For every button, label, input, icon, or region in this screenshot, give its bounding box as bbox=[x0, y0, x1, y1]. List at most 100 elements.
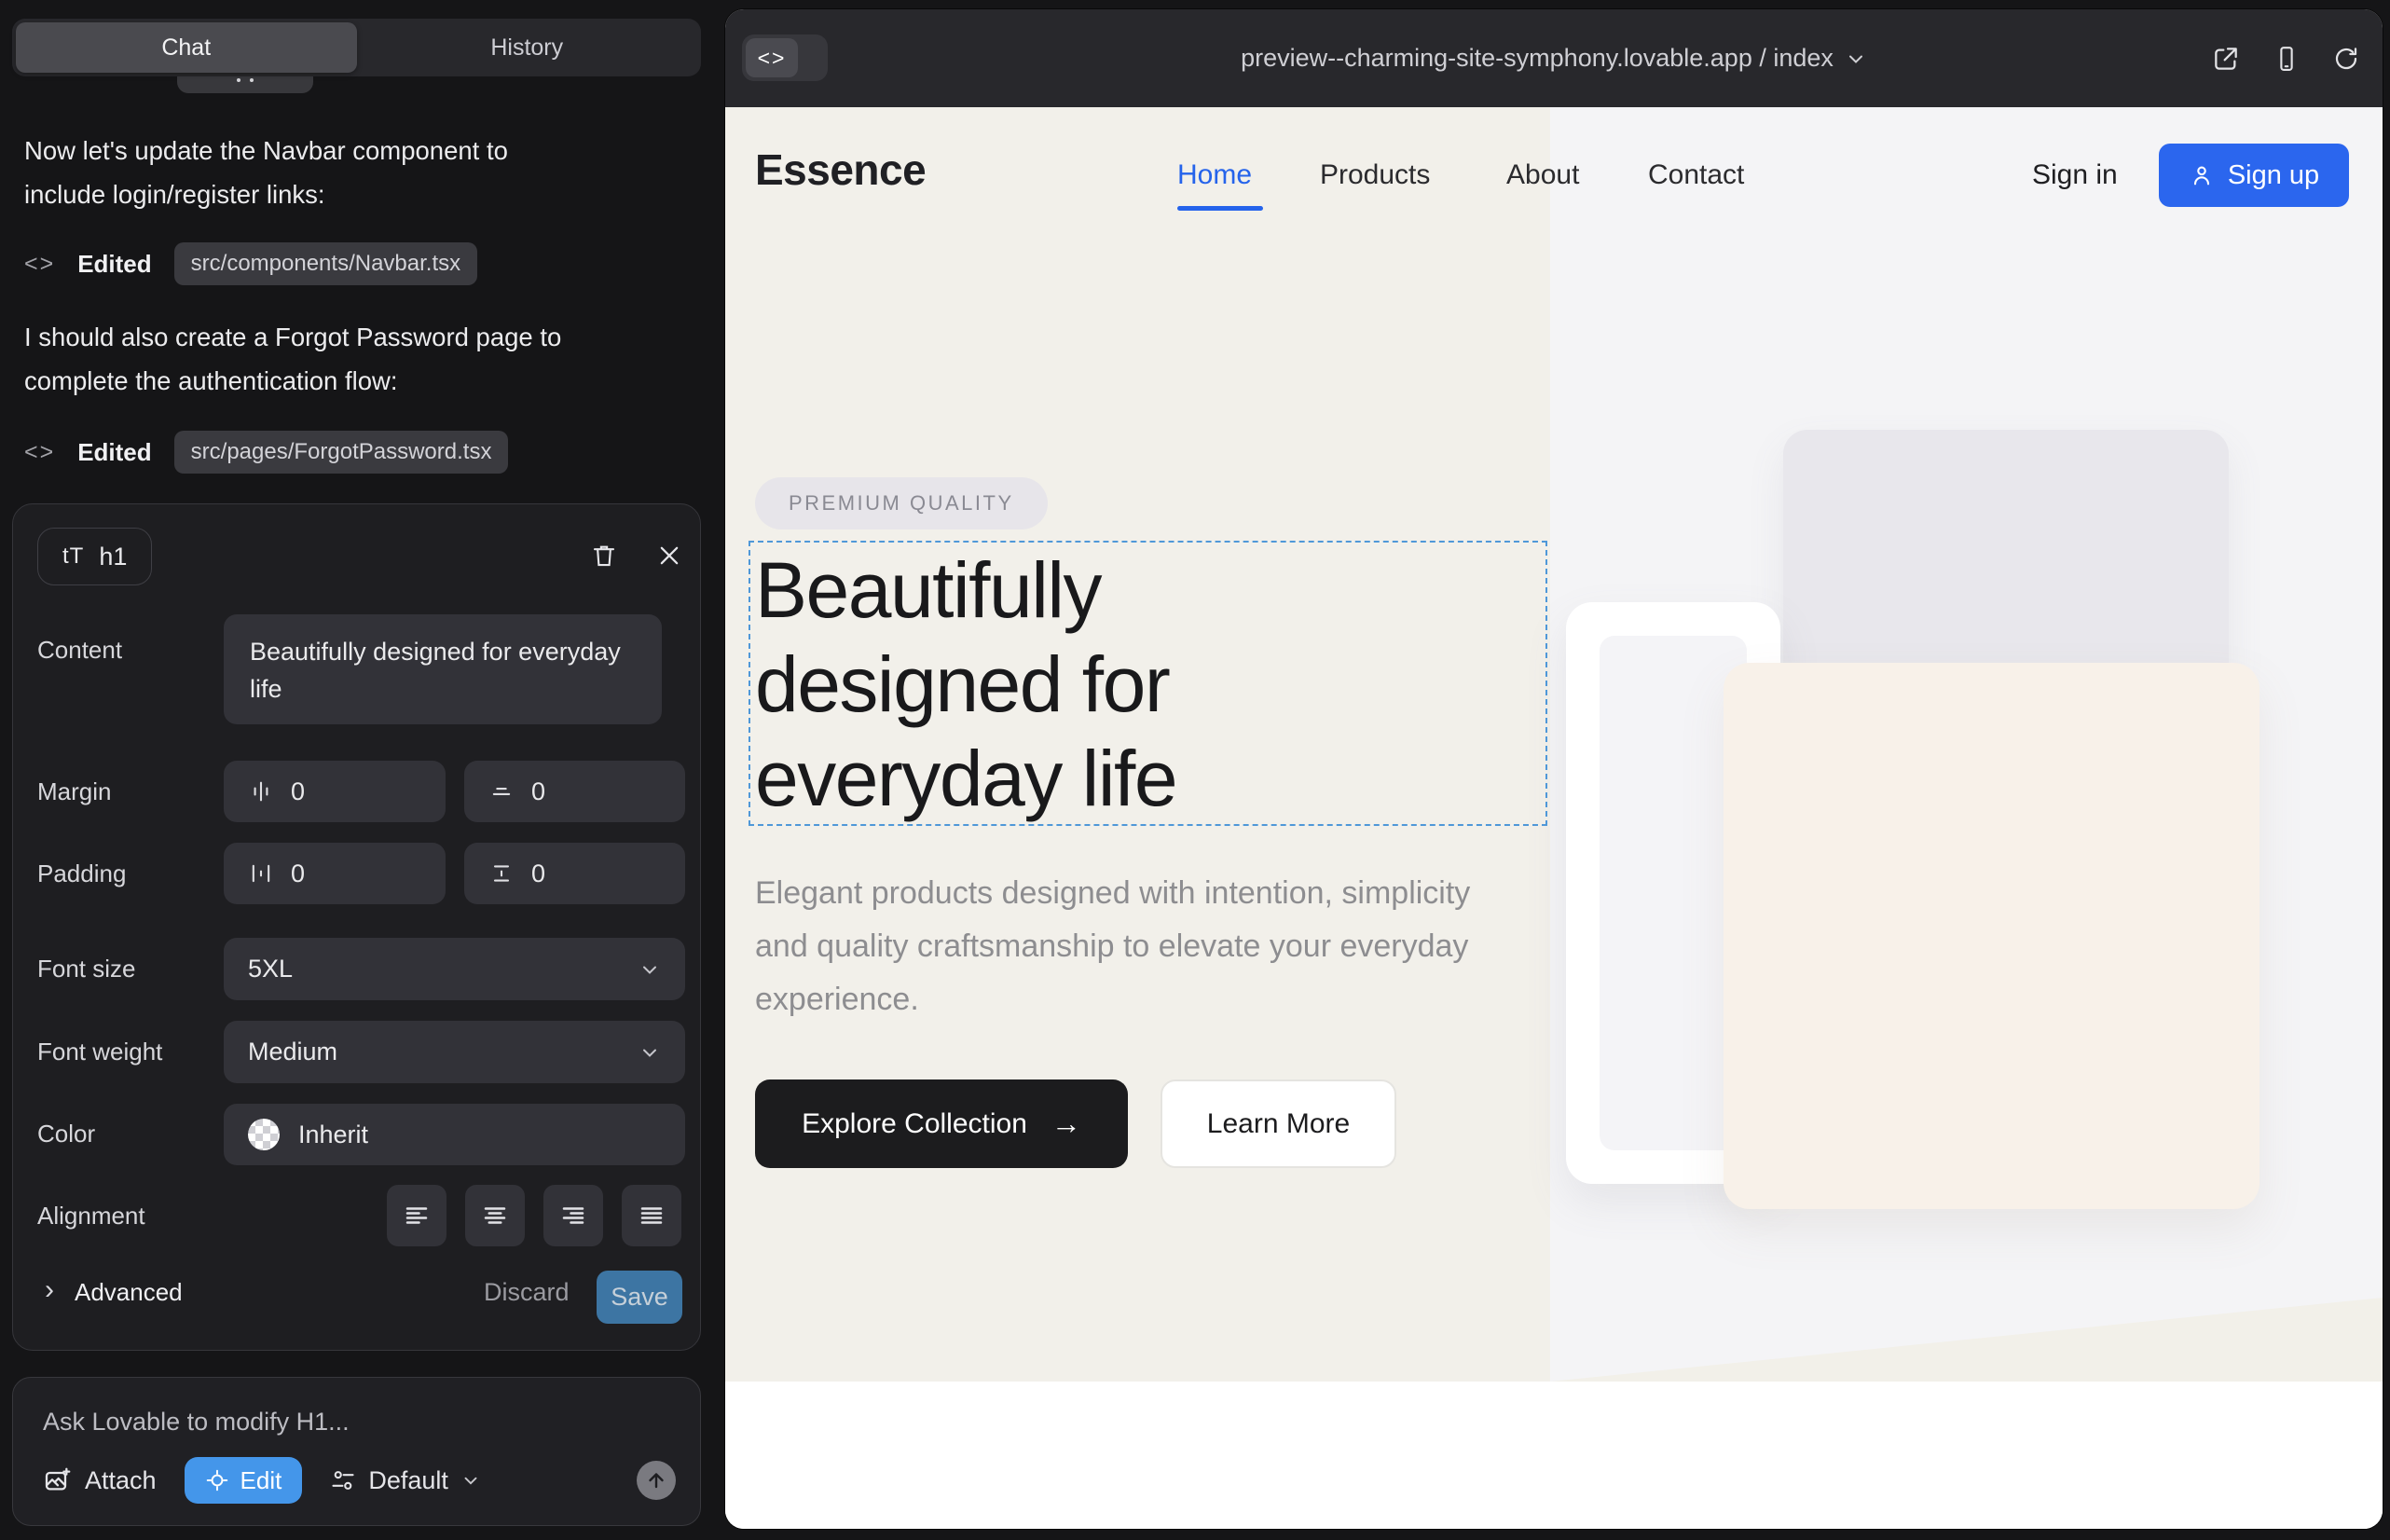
address-bar[interactable]: preview--charming-site-symphony.lovable.… bbox=[725, 9, 2383, 107]
hero-paragraph: Elegant products designed with intention… bbox=[755, 867, 1501, 1026]
typography-icon: tT bbox=[62, 543, 84, 570]
element-editor-panel: tT h1 Content Beautifully designed for e… bbox=[12, 503, 701, 1351]
font-weight-label: Font weight bbox=[37, 1038, 162, 1066]
padding-y-input[interactable]: 0 bbox=[464, 843, 685, 904]
align-center-icon bbox=[481, 1202, 509, 1230]
content-input[interactable]: Beautifully designed for everyday life bbox=[224, 614, 662, 724]
margin-horizontal-icon bbox=[248, 778, 274, 804]
color-label: Color bbox=[37, 1120, 95, 1148]
color-select[interactable]: Inherit bbox=[224, 1104, 685, 1165]
arrow-right-icon: → bbox=[1051, 1107, 1081, 1141]
padding-x-input[interactable]: 0 bbox=[224, 843, 446, 904]
refresh-icon[interactable] bbox=[2332, 45, 2360, 73]
target-icon bbox=[205, 1468, 229, 1492]
font-size-select[interactable]: 5XL bbox=[224, 938, 685, 1000]
edit-mode-button[interactable]: Edit bbox=[185, 1457, 303, 1504]
quality-badge: PREMIUM QUALITY bbox=[755, 477, 1048, 529]
nav-active-underline bbox=[1177, 206, 1263, 211]
prompt-input[interactable]: Ask Lovable to modify H1... bbox=[43, 1408, 350, 1437]
align-right-icon bbox=[559, 1202, 587, 1230]
chat-message: I should also create a Forgot Password p… bbox=[24, 315, 584, 403]
alignment-group bbox=[387, 1185, 681, 1246]
sign-in-link[interactable]: Sign in bbox=[2032, 159, 2118, 191]
discard-button[interactable]: Discard bbox=[484, 1278, 570, 1307]
chevron-down-icon bbox=[639, 958, 661, 981]
preview-actions bbox=[2211, 9, 2360, 107]
chevron-down-icon bbox=[1845, 48, 1867, 70]
close-panel-button[interactable] bbox=[649, 535, 690, 576]
nav-home[interactable]: Home bbox=[1177, 159, 1252, 191]
send-button[interactable] bbox=[637, 1461, 676, 1500]
chevron-right-icon: › bbox=[45, 1274, 54, 1306]
sign-up-button[interactable]: Sign up bbox=[2159, 144, 2349, 207]
advanced-toggle[interactable]: › Advanced bbox=[45, 1276, 183, 1308]
next-section bbox=[725, 1382, 2383, 1529]
decor-card-gray bbox=[1783, 430, 2229, 694]
mobile-view-icon[interactable] bbox=[2273, 45, 2301, 73]
code-icon: <> bbox=[24, 439, 55, 466]
align-justify-icon bbox=[638, 1202, 666, 1230]
chevron-down-icon bbox=[639, 1041, 661, 1064]
trash-icon bbox=[590, 542, 618, 570]
edited-file-row[interactable]: <> Edited src/components/Navbar.tsx bbox=[24, 241, 477, 286]
margin-x-input[interactable]: 0 bbox=[224, 761, 446, 822]
selected-element-chip[interactable]: tT h1 bbox=[37, 528, 152, 585]
delete-element-button[interactable] bbox=[584, 535, 625, 576]
chevron-down-icon bbox=[460, 1470, 481, 1491]
app-window: Chat History Now let's update the Navbar… bbox=[0, 0, 2390, 1540]
user-icon bbox=[2189, 162, 2215, 188]
model-selector[interactable]: Default bbox=[330, 1466, 481, 1495]
font-size-label: Font size bbox=[37, 955, 136, 983]
attach-button[interactable]: Attach bbox=[43, 1465, 157, 1495]
arrow-up-icon bbox=[645, 1469, 667, 1492]
code-icon: <> bbox=[746, 38, 798, 77]
save-button[interactable]: Save bbox=[597, 1271, 682, 1324]
margin-y-input[interactable]: 0 bbox=[464, 761, 685, 822]
chat-history-tabs: Chat History bbox=[12, 19, 701, 76]
font-weight-select[interactable]: Medium bbox=[224, 1021, 685, 1083]
padding-horizontal-icon bbox=[248, 860, 274, 887]
sliders-icon bbox=[330, 1467, 356, 1493]
padding-label: Padding bbox=[37, 859, 126, 888]
transparent-color-swatch bbox=[248, 1119, 280, 1150]
file-chip[interactable]: src/components/Navbar.tsx bbox=[174, 242, 477, 285]
preview-toolbar: preview--charming-site-symphony.lovable.… bbox=[725, 9, 2383, 107]
close-icon bbox=[656, 543, 682, 569]
margin-label: Margin bbox=[37, 777, 111, 806]
edited-file-row[interactable]: <> Edited src/pages/ForgotPassword.tsx bbox=[24, 430, 508, 474]
nav-products[interactable]: Products bbox=[1320, 159, 1430, 191]
edited-label: Edited bbox=[77, 250, 151, 279]
code-icon: <> bbox=[24, 251, 55, 278]
explore-collection-button[interactable]: Explore Collection → bbox=[755, 1079, 1128, 1168]
padding-vertical-icon bbox=[488, 860, 515, 887]
nav-contact[interactable]: Contact bbox=[1648, 159, 1744, 191]
alignment-label: Alignment bbox=[37, 1202, 145, 1231]
code-view-toggle[interactable]: <> bbox=[742, 34, 828, 81]
site-canvas: Essence Home Products About Contact Sign… bbox=[725, 107, 2383, 1529]
composer-toolbar: Attach Edit Default bbox=[43, 1456, 676, 1505]
nav-about[interactable]: About bbox=[1506, 159, 1579, 191]
edited-label: Edited bbox=[77, 438, 151, 467]
hero-heading[interactable]: Beautifully designed for everyday life bbox=[755, 543, 1176, 826]
align-right-button[interactable] bbox=[543, 1185, 603, 1246]
file-chip[interactable]: src/pages/ForgotPassword.tsx bbox=[174, 431, 509, 474]
tab-history[interactable]: History bbox=[357, 22, 698, 73]
preview-frame: preview--charming-site-symphony.lovable.… bbox=[725, 9, 2383, 1529]
open-external-icon[interactable] bbox=[2211, 44, 2241, 74]
align-center-button[interactable] bbox=[465, 1185, 525, 1246]
decor-card-cream bbox=[1724, 663, 2260, 1209]
align-left-icon bbox=[403, 1202, 431, 1230]
content-label: Content bbox=[37, 636, 122, 665]
tab-chat[interactable]: Chat bbox=[16, 22, 357, 73]
chat-message: Now let's update the Navbar component to… bbox=[24, 129, 584, 216]
scrolled-file-chip bbox=[177, 76, 313, 93]
prompt-composer: Ask Lovable to modify H1... Attach Edit bbox=[12, 1377, 701, 1526]
margin-vertical-icon bbox=[488, 778, 515, 804]
preview-url: preview--charming-site-symphony.lovable.… bbox=[1241, 44, 1834, 73]
align-left-button[interactable] bbox=[387, 1185, 446, 1246]
site-logo[interactable]: Essence bbox=[755, 144, 926, 195]
element-tag: h1 bbox=[99, 543, 127, 571]
align-justify-button[interactable] bbox=[622, 1185, 681, 1246]
attach-image-icon bbox=[43, 1465, 73, 1495]
learn-more-button[interactable]: Learn More bbox=[1161, 1079, 1396, 1168]
